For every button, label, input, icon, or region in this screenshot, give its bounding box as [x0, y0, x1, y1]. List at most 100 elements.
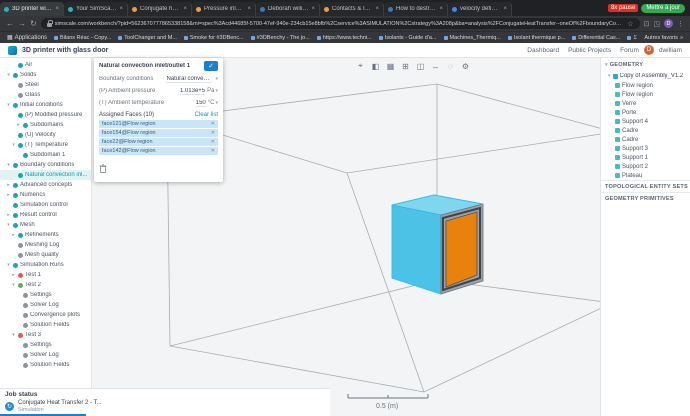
user-avatar[interactable]: D [643, 45, 654, 55]
tree-item[interactable]: Natural convection inl... [0, 170, 91, 180]
nav-dashboard[interactable]: Dashboard [527, 47, 559, 54]
bookmark-item[interactable]: ToolChanger and M... [118, 35, 177, 41]
geometry-item[interactable]: Support 4 [601, 117, 690, 126]
dropdown-caret-icon[interactable]: ▾ [215, 100, 218, 106]
geometry-item[interactable]: Flow region [601, 90, 690, 99]
tree-item[interactable]: ▾ Test 2 [0, 280, 91, 290]
bookmark-item[interactable]: https://www.techni... [316, 35, 372, 41]
pause-badge[interactable]: 8x pause [607, 4, 639, 12]
tree-caret-icon[interactable]: ▸ [6, 182, 11, 188]
tree-caret-icon[interactable]: ▾ [11, 282, 16, 288]
tree-item[interactable]: Meshing Log [0, 240, 91, 250]
tree-item[interactable]: ▸ Test 1 [0, 270, 91, 280]
render-mode-icon[interactable]: ◧ [369, 60, 382, 72]
tree-caret-icon[interactable]: ▸ [16, 122, 21, 128]
tree-item[interactable]: ▾ Initial conditions [0, 100, 91, 110]
bookmark-item[interactable]: Isolants - Guide d'a... [378, 35, 437, 41]
dropdown-caret-icon[interactable]: ▾ [215, 88, 218, 94]
settings-row-unit[interactable]: Pa [207, 88, 214, 94]
tree-item[interactable]: ▾ (T) Temperature [0, 140, 91, 150]
tree-caret-icon[interactable]: ▸ [11, 272, 16, 278]
settings-row-unit[interactable]: °C [208, 100, 215, 106]
bookmark-item[interactable]: Smoke for #3DBenc... [183, 35, 244, 41]
tab-close-icon[interactable]: × [439, 6, 443, 12]
reload-icon[interactable]: ↻ [30, 19, 37, 28]
section-geometry-primitives[interactable]: GEOMETRY PRIMITIVES [601, 192, 690, 204]
tree-item[interactable]: (P) Modified pressure [0, 110, 91, 120]
tree-item[interactable]: ▸ Result control [0, 210, 91, 220]
tree-item[interactable]: Settings [0, 340, 91, 350]
bookmark-item[interactable]: Isolant thermique p... [507, 35, 565, 41]
tab-close-icon[interactable]: × [311, 6, 315, 12]
tab-close-icon[interactable]: × [183, 6, 187, 12]
tree-caret-icon[interactable]: ▾ [11, 332, 16, 338]
settings-row-value[interactable]: 150 [195, 100, 206, 107]
tree-caret-icon[interactable]: ▸ [6, 192, 11, 198]
mesh-view-icon[interactable]: ▦ [384, 60, 397, 72]
browser-menu-icon[interactable]: ⋮ [677, 20, 684, 28]
printer-model[interactable] [391, 194, 484, 295]
standard-views-icon[interactable]: ⊞ [399, 60, 412, 72]
tab-close-icon[interactable]: × [503, 6, 507, 12]
tree-item[interactable]: ▸ Subdomains [0, 120, 91, 130]
assigned-face-item[interactable]: face142@Flow region ✕ [99, 147, 218, 155]
geometry-item[interactable]: Plateau [601, 171, 690, 180]
viewport-settings-icon[interactable]: ⚙ [459, 60, 472, 72]
browser-tab[interactable]: Pressure inlet and Outlet |...× [192, 2, 256, 16]
browser-tab[interactable]: velocity definition - Rech...× [448, 2, 512, 16]
tree-item[interactable]: ▾ Boundary conditions [0, 160, 91, 170]
tree-item[interactable]: ▸ Advanced concepts [0, 180, 91, 190]
bookmark-item[interactable]: Machines_Thermiq... [443, 35, 501, 41]
geometry-item[interactable]: Porte [601, 108, 690, 117]
browser-tab[interactable]: Deborah william - Duet3D× [256, 2, 320, 16]
measure-icon[interactable]: ↔ [429, 60, 442, 72]
chrome-update-button[interactable]: Mettre à jour [641, 3, 685, 13]
clear-list-link[interactable]: Clear list [195, 112, 218, 118]
browser-tab[interactable]: Contacts & Interfaces in Si...× [320, 2, 384, 16]
nav-public-projects[interactable]: Public Projects [568, 47, 611, 54]
simscale-logo[interactable] [8, 45, 17, 55]
bookmark-item[interactable]: Bilans Réac - Copy... [54, 35, 111, 41]
dropdown-caret-icon[interactable]: ▾ [215, 76, 218, 82]
apply-button[interactable]: ✓ [204, 61, 218, 71]
remove-face-icon[interactable]: ✕ [211, 130, 215, 136]
tree-item[interactable]: Simulation control [0, 200, 91, 210]
section-plane-icon[interactable]: ◫ [414, 60, 427, 72]
tree-item[interactable]: Steel [0, 80, 91, 90]
geometry-item[interactable]: Support 1 [601, 153, 690, 162]
tree-item[interactable]: ▸ Numerics [0, 190, 91, 200]
assigned-face-item[interactable]: face154@Flow region ✕ [99, 129, 218, 137]
apps-shortcut[interactable]: ▦ Applications [7, 34, 47, 42]
bookmark-star-icon[interactable]: ☆ [627, 20, 633, 28]
geometry-item[interactable]: Cadre [601, 126, 690, 135]
tree-item[interactable]: Solution Fields [0, 360, 91, 370]
bookmark-item[interactable]: Differential Cas... [572, 35, 620, 41]
forward-icon[interactable]: → [18, 19, 26, 28]
assigned-face-item[interactable]: face22@Flow region ✕ [99, 138, 218, 146]
settings-row-value[interactable]: 1.013e+5 [179, 88, 206, 95]
settings-row-value[interactable]: Natural convection i [166, 76, 213, 83]
browser-tab[interactable]: 3D printer with glass door× [0, 2, 64, 16]
tree-item[interactable]: Solver Log [0, 300, 91, 310]
extensions-menu-icon[interactable]: ◳ [653, 20, 660, 28]
tree-caret-icon[interactable]: ▸ [6, 212, 11, 218]
screenshot-icon[interactable]: ⌖ [354, 60, 367, 72]
tree-item[interactable]: Settings [0, 290, 91, 300]
tree-caret-icon[interactable]: ▾ [6, 262, 11, 268]
tree-caret-icon[interactable]: ▸ [11, 232, 16, 238]
tree-item[interactable]: ▸ Refinements [0, 230, 91, 240]
tree-item[interactable]: Subdomain 1 [0, 150, 91, 160]
tree-item[interactable]: ▾ Solids [0, 70, 91, 80]
geometry-item[interactable]: Verre [601, 99, 690, 108]
remove-face-icon[interactable]: ✕ [211, 148, 215, 154]
delete-icon[interactable] [99, 164, 107, 173]
tree-item[interactable]: (U) Velocity [0, 130, 91, 140]
tree-item[interactable]: ▾ Test 3 [0, 330, 91, 340]
tab-close-icon[interactable]: × [55, 6, 59, 12]
tree-item[interactable]: ▾ Mesh [0, 220, 91, 230]
remove-face-icon[interactable]: ✕ [211, 121, 215, 127]
url-input[interactable]: simscale.com/workbench/?pid=562367077786… [40, 18, 640, 29]
tree-caret-icon[interactable]: ▾ [6, 162, 11, 168]
tree-item[interactable]: Convergence plots [0, 310, 91, 320]
bookmark-item[interactable]: 118 simscale therm... [627, 35, 637, 41]
